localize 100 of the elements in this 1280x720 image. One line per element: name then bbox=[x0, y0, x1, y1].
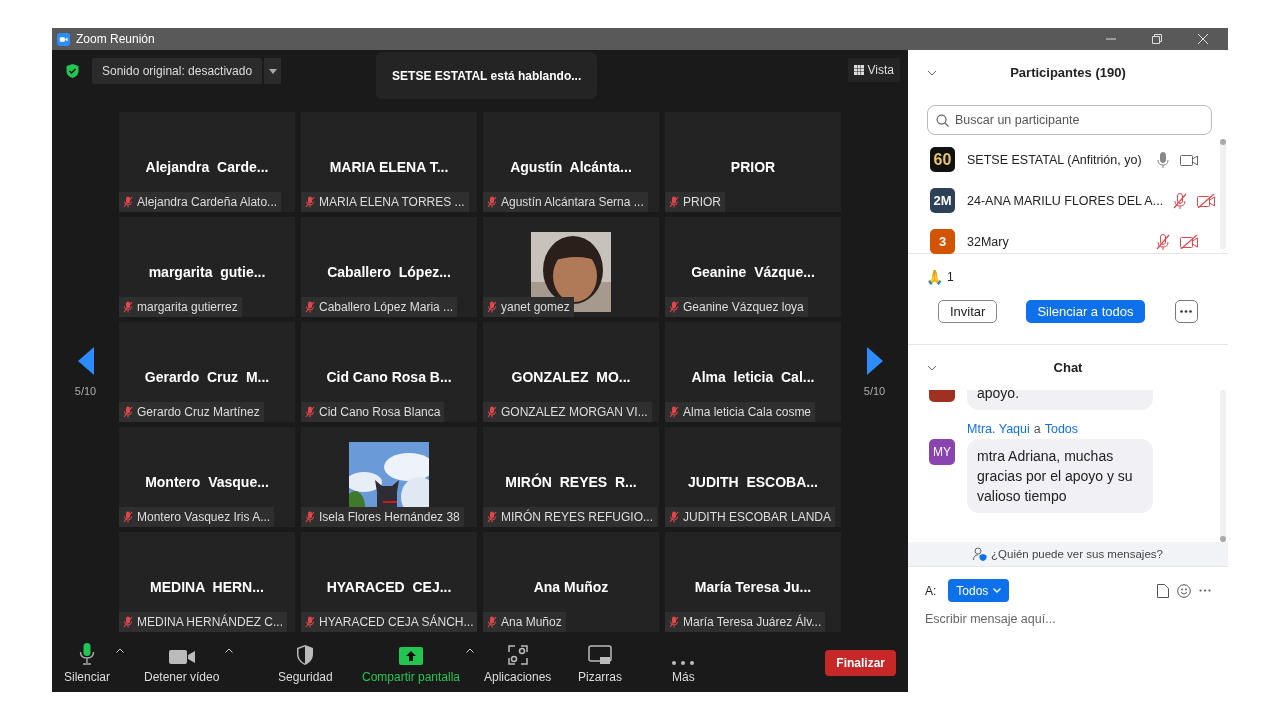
view-button[interactable]: Vista bbox=[847, 58, 900, 82]
label-text: Ana Muñoz bbox=[501, 615, 562, 629]
participant-name: Geanine Vázque... bbox=[691, 264, 815, 280]
label-text: GONZALEZ MORGAN VI... bbox=[501, 405, 648, 419]
toolbar-button[interactable]: Detener vídeo bbox=[144, 642, 220, 684]
app-icon bbox=[57, 32, 70, 46]
label-text: Caballero López Maria ... bbox=[319, 300, 454, 314]
restore-icon[interactable] bbox=[1152, 34, 1162, 44]
muted-mic-icon[interactable] bbox=[1156, 233, 1170, 250]
participant-name: Agustín Alcánta... bbox=[510, 159, 632, 175]
recipient-name[interactable]: Todos bbox=[1044, 422, 1079, 436]
participant-name: María Teresa Ju... bbox=[694, 579, 812, 595]
dropdown-button[interactable] bbox=[264, 58, 282, 84]
label-text: MARIA ELENA TORRES ... bbox=[319, 195, 465, 209]
to-label: A: bbox=[925, 583, 937, 598]
toolbar-button[interactable]: Silenciar bbox=[64, 642, 111, 684]
participant-name: MARIA ELENA T... bbox=[329, 159, 449, 175]
participant-name: Montero Vasque... bbox=[145, 474, 269, 490]
avatar: 60 bbox=[930, 147, 955, 172]
participant-name: Gerardo Cruz M... bbox=[144, 369, 270, 385]
video-off-icon[interactable] bbox=[1180, 234, 1198, 249]
caret-icon[interactable] bbox=[116, 648, 125, 653]
window-title: Zoom Reunión bbox=[76, 32, 155, 46]
grid-icon bbox=[853, 65, 864, 75]
participant-row[interactable]: 3 32Mary bbox=[908, 221, 1228, 262]
video-camera-icon[interactable] bbox=[1180, 152, 1198, 167]
original-sound-button[interactable]: Sonido original: desactivado bbox=[92, 58, 263, 84]
microphone-icon bbox=[79, 643, 95, 665]
chevron-icon bbox=[993, 588, 1002, 593]
shield-icon bbox=[297, 645, 314, 665]
label-text: Isela Flores Hernández 38 bbox=[319, 510, 460, 524]
reaction-emoji: 🙏 bbox=[926, 269, 943, 285]
user-shield-icon bbox=[973, 547, 987, 561]
participant-name: SETSE ESTATAL (Anfitrión, yo) bbox=[967, 152, 1143, 167]
speaker-banner: SETSE ESTATAL está hablando... bbox=[376, 52, 598, 99]
toolbar-button[interactable]: Compartir pantalla bbox=[362, 642, 461, 684]
recipient-prefix: a bbox=[1033, 422, 1041, 436]
label-text: María Teresa Juárez Álv... bbox=[683, 615, 822, 629]
participant-name: PRIOR bbox=[730, 159, 776, 175]
participant-row[interactable]: 60 SETSE ESTATAL (Anfitrión, yo) bbox=[908, 139, 1228, 180]
page-number: 5/10 bbox=[74, 385, 97, 397]
participant-name: MEDINA HERN... bbox=[150, 579, 264, 595]
caret-icon bbox=[268, 68, 277, 74]
emoji-icon[interactable] bbox=[1177, 583, 1191, 598]
label-text: Geanine Vázquez loya bbox=[683, 300, 804, 314]
collapse-icon[interactable] bbox=[927, 69, 937, 76]
video-camera-icon bbox=[168, 649, 195, 665]
panel-title: Participantes (190) bbox=[1010, 65, 1126, 80]
participant-name: Caballero López... bbox=[327, 264, 451, 280]
video-off-icon[interactable] bbox=[1197, 193, 1216, 208]
search-icon bbox=[936, 114, 949, 127]
mute-all-button[interactable]: Silenciar a todos bbox=[1026, 300, 1145, 323]
label-text: PRIOR bbox=[683, 195, 721, 209]
label-text: Montero Vasquez Iris A... bbox=[137, 510, 271, 524]
sender-name[interactable]: Mtra. Yaqui bbox=[967, 422, 1030, 436]
caret-icon[interactable] bbox=[225, 648, 234, 653]
participant-row[interactable]: 2M 24-ANA MARILU FLORES DEL A... bbox=[908, 180, 1228, 221]
more-icon bbox=[672, 661, 695, 665]
next-page-icon[interactable] bbox=[866, 347, 883, 375]
file-icon[interactable] bbox=[1157, 583, 1169, 598]
label-text: Cid Cano Rosa Blanca bbox=[319, 405, 441, 419]
participant-name: margarita gutie... bbox=[148, 264, 266, 280]
end-meeting-button[interactable]: Finalizar bbox=[825, 650, 896, 676]
label-text: MIRÓN REYES REFUGIO... bbox=[501, 510, 653, 524]
label-text: yanet gomez bbox=[501, 300, 570, 314]
label-text: JUDITH ESCOBAR LANDA bbox=[683, 510, 832, 524]
participant-name: Alejandra Carde... bbox=[145, 159, 269, 175]
microphone-icon[interactable] bbox=[1156, 151, 1170, 168]
more-button[interactable] bbox=[1174, 300, 1198, 323]
label-text: Alejandra Cardeña Alato... bbox=[137, 195, 278, 209]
label-text: Agustín Alcántara Serna ... bbox=[501, 195, 644, 209]
toolbar-button[interactable]: Seguridad bbox=[278, 642, 333, 684]
collapse-icon[interactable] bbox=[927, 364, 937, 371]
label-text: MEDINA HERNÁNDEZ C... bbox=[137, 615, 283, 629]
toolbar-button[interactable]: Aplicaciones bbox=[484, 642, 552, 684]
more-icon[interactable] bbox=[1199, 589, 1211, 592]
apps-icon bbox=[507, 645, 528, 665]
whiteboard-icon bbox=[588, 645, 612, 665]
muted-mic-icon[interactable] bbox=[1173, 192, 1188, 209]
participant-name: 24-ANA MARILU FLORES DEL A... bbox=[967, 193, 1164, 208]
participant-name: Alma leticia Cal... bbox=[691, 369, 815, 385]
label-text: Gerardo Cruz Martínez bbox=[137, 405, 260, 419]
more-icon bbox=[1180, 310, 1193, 313]
invite-button[interactable]: Invitar bbox=[938, 300, 998, 323]
caret-icon[interactable] bbox=[466, 648, 475, 653]
message-bubble: apoyo. bbox=[967, 390, 1153, 410]
participant-name: HYARACED CEJ... bbox=[326, 579, 452, 595]
close-icon[interactable] bbox=[1198, 34, 1208, 44]
search-field[interactable]: Buscar un participante bbox=[927, 105, 1212, 135]
label-text: margarita gutierrez bbox=[137, 300, 238, 314]
participant-name: 32Mary bbox=[967, 234, 1010, 249]
participant-name: MIRÓN REYES R... bbox=[505, 474, 637, 490]
toolbar-button[interactable]: Más bbox=[672, 642, 695, 684]
label-text: HYARACED CEJA SÁNCH... bbox=[319, 615, 474, 629]
message-bubble: mtra Adriana, muchas gracias por el apoyo y su valioso tiempo bbox=[967, 439, 1153, 513]
recipient-dropdown[interactable]: Todos bbox=[948, 579, 1010, 602]
previous-page-icon[interactable] bbox=[77, 347, 94, 375]
toolbar-button[interactable]: Pizarras bbox=[578, 642, 622, 684]
participant-name: JUDITH ESCOBA... bbox=[688, 474, 818, 490]
avatar: 2M bbox=[930, 188, 955, 213]
